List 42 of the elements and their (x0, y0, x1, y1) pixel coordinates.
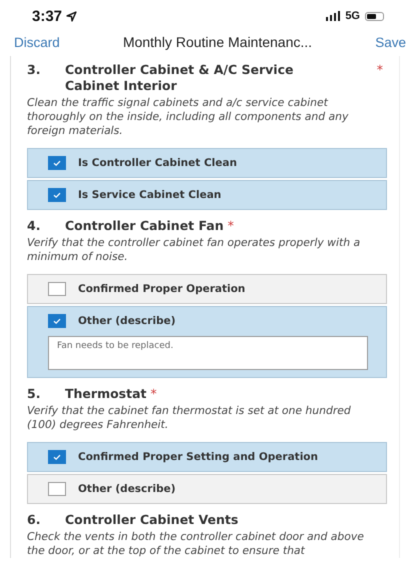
clock-time: 3:37 (32, 8, 62, 24)
required-marker: * (376, 62, 383, 77)
discard-button[interactable]: Discard (14, 34, 60, 50)
checkbox[interactable] (48, 450, 66, 464)
checkbox-option[interactable]: Other (describe) Fan needs to be replaced. (27, 306, 387, 378)
question-number: 5. (27, 386, 42, 401)
option-label: Confirmed Proper Setting and Operation (78, 451, 318, 463)
required-marker: * (228, 218, 234, 233)
question-description: Clean the traffic signal cabinets and a/c service cabinet thoroughly on the inside, including all components and any foreign materials. (27, 96, 350, 138)
checkbox[interactable] (48, 282, 66, 296)
question-description: Verify that the controller cabinet fan operates properly with a minimum of noise. (27, 236, 362, 264)
save-button[interactable]: Save (375, 34, 406, 50)
battery-icon (365, 12, 384, 20)
checkbox-option[interactable]: Is Controller Cabinet Clean (27, 148, 387, 178)
checkbox[interactable] (48, 188, 66, 202)
option-label: Other (describe) (78, 483, 176, 495)
option-label: Is Controller Cabinet Clean (78, 157, 237, 169)
signal-icon (326, 11, 340, 21)
checkbox-option[interactable]: Is Service Cabinet Clean (27, 180, 387, 210)
checkbox-option[interactable]: Confirmed Proper Setting and Operation (27, 442, 387, 472)
question-title: Thermostat * (65, 386, 158, 402)
checkbox[interactable] (48, 482, 66, 496)
question-title: Controller Cabinet Vents (65, 512, 240, 528)
question-number: 3. (27, 62, 42, 77)
text-field[interactable]: Fan needs to be replaced. (48, 336, 368, 370)
checkbox[interactable] (48, 314, 66, 328)
question-title: Controller Cabinet & A/C Service Cabinet Interior (65, 62, 294, 94)
page-title: Monthly Routine Maintenanc... (122, 34, 312, 50)
required-marker: * (150, 386, 157, 401)
location-arrow-icon (66, 10, 78, 22)
question-title: Controller Cabinet Fan * (65, 218, 235, 234)
question-description: Check the vents in both the controller cabinet door and above the door, or at the top of the cabinet to ensure that (27, 530, 365, 558)
option-label: Other (describe) (78, 315, 176, 327)
option-label: Confirmed Proper Operation (78, 283, 246, 295)
question-description: Verify that the cabinet fan thermostat is set at one hundred (100) degrees Fahrenheit. (27, 404, 352, 432)
question-number: 6. (27, 512, 42, 527)
network-label: 5G (345, 10, 360, 22)
checkbox-option[interactable]: Other (describe) (27, 474, 387, 504)
checkbox-option[interactable]: Confirmed Proper Operation (27, 274, 387, 304)
question-number: 4. (27, 218, 42, 233)
option-label: Is Service Cabinet Clean (78, 189, 222, 201)
checkbox[interactable] (48, 156, 66, 170)
